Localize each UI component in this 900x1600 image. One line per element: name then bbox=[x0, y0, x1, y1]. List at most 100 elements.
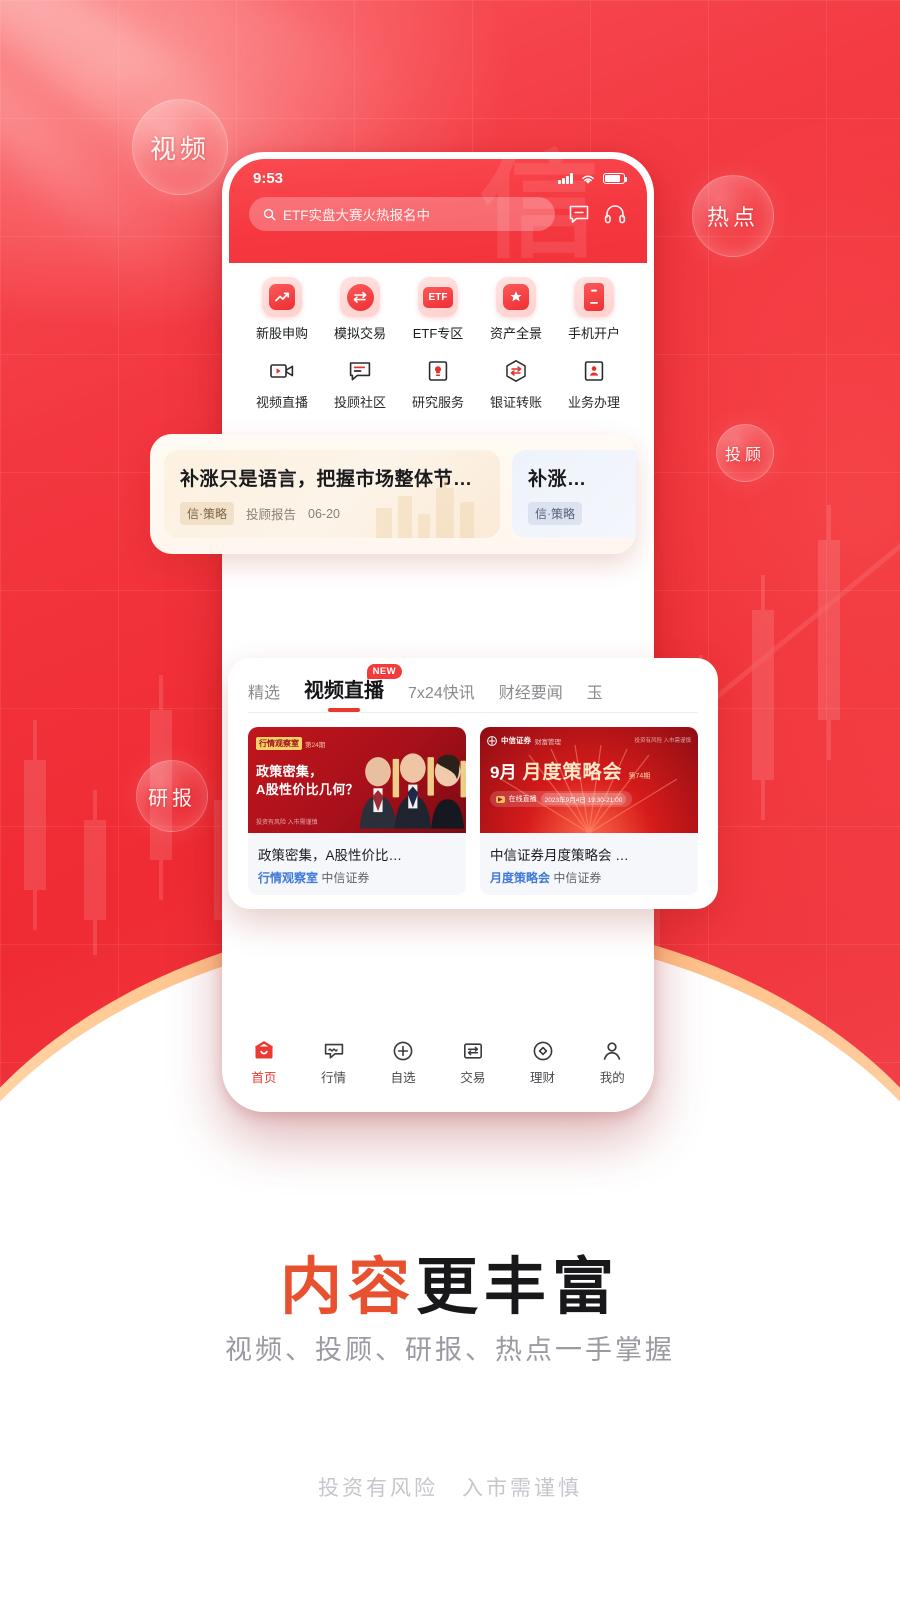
thumbnail-footnote: 投资有风险 入市需谨慎 bbox=[634, 738, 691, 744]
tab-label: 我的 bbox=[599, 1071, 625, 1085]
tab-market[interactable]: 行情 bbox=[299, 1039, 369, 1086]
thumbnail-headline: 月度策略会 bbox=[522, 761, 623, 783]
quick-action-etf[interactable]: ETF ETF专区 bbox=[399, 277, 477, 342]
headline-rest: 更丰富 bbox=[416, 1253, 621, 1322]
citic-logo-icon bbox=[487, 735, 497, 746]
hero-bubble-label: 研报 bbox=[148, 787, 196, 810]
tab-live-video[interactable]: 视频直播 NEW bbox=[304, 664, 403, 712]
news-card-list: 行情观察室 第24期 政策密集， A股性价比几何？ 投资有风险 入市需谨慎 政策… bbox=[228, 727, 718, 895]
tab-home[interactable]: 首页 bbox=[229, 1039, 299, 1086]
marketing-headline: 内容更丰富 bbox=[0, 1236, 900, 1326]
quick-action-asset-view[interactable]: 资产全景 bbox=[477, 277, 555, 342]
quick-action-business[interactable]: 业务办理 bbox=[555, 356, 633, 411]
news-card-source: 中信证券 bbox=[321, 871, 370, 885]
thumbnail-issue: 第74期 bbox=[628, 773, 651, 780]
advisor-card[interactable]: 补涨… 信·策略 bbox=[512, 450, 636, 538]
live-badge-icon: ▶ bbox=[496, 795, 505, 803]
quick-action-live-video[interactable]: 视频直播 bbox=[243, 356, 321, 411]
thumbnail-brand: 行情观察室 bbox=[256, 737, 302, 750]
hero-bubble-research: 研报 bbox=[136, 760, 208, 832]
advisor-card[interactable]: 补涨只是语言，把握市场整体节… 信·策略 投顾报告 06-20 bbox=[164, 450, 500, 538]
search-input[interactable]: ETF实盘大赛火热报名中 bbox=[249, 197, 555, 231]
advisor-card-date: 06-20 bbox=[308, 506, 340, 521]
quick-action-sim-trade[interactable]: 模拟交易 bbox=[321, 277, 399, 342]
wifi-icon bbox=[582, 175, 594, 184]
news-card[interactable]: 中信证券 财富管理 投资有风险 入市需谨慎 9月 月度策略会 第74期 ▶ 在线… bbox=[480, 727, 698, 895]
news-card[interactable]: 行情观察室 第24期 政策密集， A股性价比几何？ 投资有风险 入市需谨慎 政策… bbox=[248, 727, 466, 895]
quick-actions-grid: 新股申购 模拟交易 ETF ETF专区 资产全景 手机开户 视频直播 投顾社区 … bbox=[229, 263, 647, 419]
star-icon bbox=[496, 277, 536, 317]
quick-actions-row-2: 视频直播 投顾社区 研究服务 银证转账 业务办理 bbox=[243, 356, 633, 411]
phone-screen: 信 9:53 ETF实盘大赛火热报名中 新股申购 模拟交易 ETF ETF专区 … bbox=[229, 159, 647, 1105]
lightbulb-icon bbox=[423, 356, 453, 386]
thumbnail-brand: 中信证券 bbox=[501, 736, 531, 745]
quick-action-advisor-community[interactable]: 投顾社区 bbox=[321, 356, 399, 411]
search-icon bbox=[263, 208, 276, 220]
etf-text-icon: ETF bbox=[418, 277, 458, 317]
news-tabs: 精选 视频直播 NEW 7x24快讯 财经要闻 玉 bbox=[228, 664, 718, 712]
status-bar: 9:53 bbox=[229, 159, 647, 187]
news-thumbnail: 行情观察室 第24期 政策密集， A股性价比几何？ 投资有风险 入市需谨慎 bbox=[248, 727, 466, 833]
tab-featured[interactable]: 精选 bbox=[248, 679, 280, 712]
quick-action-label: 业务办理 bbox=[567, 395, 620, 410]
tab-724-news[interactable]: 7x24快讯 bbox=[408, 679, 475, 712]
tab-more[interactable]: 玉 bbox=[587, 679, 603, 712]
news-tabs-divider bbox=[248, 712, 698, 713]
news-overlay-card: 精选 视频直播 NEW 7x24快讯 财经要闻 玉 行情观察室 第24期 政策密… bbox=[228, 658, 718, 909]
tab-watchlist[interactable]: 自选 bbox=[368, 1039, 438, 1086]
chat-lines-icon bbox=[345, 356, 375, 386]
thumbnail-brand-sub: 财富管理 bbox=[535, 738, 561, 746]
hexagon-transfer-icon bbox=[501, 356, 531, 386]
app-header: 信 9:53 ETF实盘大赛火热报名中 bbox=[229, 159, 647, 263]
hero-bubble-advisor: 投顾 bbox=[716, 424, 774, 482]
exchange-arrows-icon bbox=[340, 277, 380, 317]
thumbnail-time: 2023年9月4日 19:30-21:00 bbox=[540, 793, 627, 805]
quick-action-label: 新股申购 bbox=[255, 326, 308, 341]
hero-bubble-video: 视频 bbox=[132, 99, 228, 195]
mobile-phone-icon bbox=[574, 277, 614, 317]
quick-action-label: 模拟交易 bbox=[333, 326, 386, 341]
hero-bubble-label: 热点 bbox=[706, 205, 759, 230]
quick-action-open-account[interactable]: 手机开户 bbox=[555, 277, 633, 342]
tab-wealth[interactable]: 理财 bbox=[508, 1039, 578, 1086]
video-camera-icon bbox=[267, 356, 297, 386]
phone-mockup: 信 9:53 ETF实盘大赛火热报名中 新股申购 模拟交易 ETF ETF专区 … bbox=[222, 152, 654, 1112]
news-card-caption: 中信证券月度策略会 … bbox=[490, 848, 629, 863]
marketing-subhead: 视频、投顾、研报、热点一手掌握 bbox=[225, 1335, 675, 1365]
headset-icon[interactable] bbox=[603, 202, 627, 226]
person-icon bbox=[603, 1042, 621, 1060]
message-bubble-icon[interactable] bbox=[567, 202, 591, 226]
status-time: 9:53 bbox=[253, 170, 284, 187]
news-card-meta: 月度策略会 中信证券 bbox=[480, 869, 698, 895]
thumbnail-headline-line2: A股性价比几何？ bbox=[256, 781, 359, 797]
quick-action-bank-transfer[interactable]: 银证转账 bbox=[477, 356, 555, 411]
cellular-bars-icon bbox=[558, 173, 573, 184]
hero-bubble-label: 投顾 bbox=[724, 447, 765, 464]
tab-profile[interactable]: 我的 bbox=[577, 1039, 647, 1086]
hero-bubble-hotspot: 热点 bbox=[692, 175, 774, 257]
news-card-meta: 行情观察室 中信证券 bbox=[248, 869, 466, 895]
quick-action-research[interactable]: 研究服务 bbox=[399, 356, 477, 411]
quick-action-new-share[interactable]: 新股申购 bbox=[243, 277, 321, 342]
advisor-card-meta: 信·策略 bbox=[528, 502, 636, 525]
battery-icon bbox=[603, 173, 628, 184]
advisor-card-title: 补涨… bbox=[528, 469, 587, 490]
news-card-source-tag: 行情观察室 bbox=[258, 871, 319, 885]
news-thumbnail: 中信证券 财富管理 投资有风险 入市需谨慎 9月 月度策略会 第74期 ▶ 在线… bbox=[480, 727, 698, 833]
tab-label: 自选 bbox=[390, 1071, 416, 1085]
tab-label: 精选 bbox=[248, 685, 281, 702]
search-row: ETF实盘大赛火热报名中 bbox=[229, 187, 647, 231]
new-badge: NEW bbox=[366, 664, 403, 679]
tab-label: 首页 bbox=[251, 1071, 277, 1085]
news-card-source-tag: 月度策略会 bbox=[490, 871, 551, 885]
news-card-caption: 政策密集，A股性价比… bbox=[258, 848, 403, 863]
bottom-tab-bar: 首页 行情 自选 交易 理财 我的 bbox=[229, 1031, 647, 1105]
tab-trade[interactable]: 交易 bbox=[438, 1039, 508, 1086]
diamond-circle-icon bbox=[533, 1041, 552, 1061]
tab-finance-headlines[interactable]: 财经要闻 bbox=[499, 679, 563, 712]
quick-action-label: ETF专区 bbox=[412, 326, 464, 341]
wave-quote-icon bbox=[324, 1043, 343, 1059]
quick-action-label: 银证转账 bbox=[489, 395, 542, 410]
advisor-cards-carousel: 补涨只是语言，把握市场整体节… 信·策略 投顾报告 06-20 补涨… 信·策略 bbox=[150, 434, 636, 554]
quick-action-label: 手机开户 bbox=[567, 326, 620, 341]
